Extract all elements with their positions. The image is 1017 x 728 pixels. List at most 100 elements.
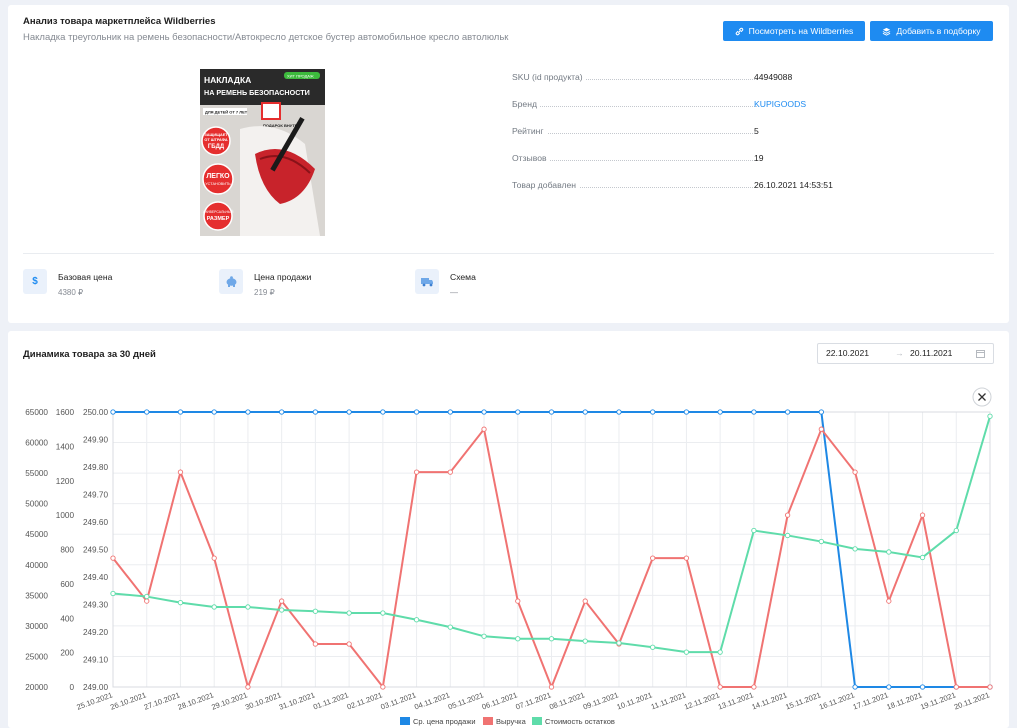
tick-label-avg-price: 250.00 [83,408,108,417]
tick-label-avg-price: 249.40 [83,573,108,582]
point-revenue [886,598,892,604]
tick-label-revenue: 1400 [56,442,75,451]
info-label-reviews: Отзывов [512,153,550,163]
point-revenue [279,598,285,604]
tick-label-avg-price: 249.80 [83,463,108,472]
point-stock-value [987,413,993,419]
point-avg-price [413,409,420,415]
tick-label-stock-value: 20000 [25,683,48,692]
dynamics-chart: 65000 60000 55000 50000 45000 40000 35000 30000… [25,387,993,726]
tick-label-stock-value: 25000 [25,652,48,661]
point-avg-price [751,409,757,415]
point-revenue [582,598,588,604]
tick-label-stock-value: 60000 [25,439,48,448]
point-stock-value [886,549,892,555]
legend-label-stock-value: Стоимость остатков [545,717,615,726]
point-stock-value [144,593,150,600]
point-avg-price [919,684,926,690]
point-revenue [751,684,757,690]
point-stock-value [919,554,926,561]
tick-label-stock-value: 55000 [25,469,48,478]
x-tick-label: 07.11.2021 [514,690,552,711]
point-revenue [413,469,420,475]
point-revenue [447,469,453,475]
legend-swatch-avg-price [400,717,410,725]
point-avg-price [177,409,184,415]
point-stock-value [548,636,555,642]
point-revenue [953,684,959,690]
point-avg-price [852,684,858,690]
tick-label-stock-value: 40000 [25,561,48,570]
x-tick-label: 31.10.2021 [278,690,316,711]
point-revenue [717,684,723,690]
point-avg-price [886,684,892,690]
x-tick-label: 08.11.2021 [548,690,586,711]
point-revenue [515,598,521,604]
tick-label-stock-value: 45000 [25,530,48,539]
point-stock-value [279,607,285,613]
point-stock-value [582,638,588,644]
info-label-added: Товар добавлен [512,180,579,190]
legend-label-revenue: Выручка [496,717,527,726]
point-stock-value [413,617,420,623]
x-tick-label: 13.11.2021 [717,690,755,711]
point-stock-value [784,532,791,539]
point-revenue [144,598,150,604]
point-revenue [650,555,656,561]
point-revenue [987,684,993,690]
x-tick-label: 06.11.2021 [481,690,519,711]
legend-swatch-revenue [483,717,493,725]
tick-label-revenue: 1600 [56,408,75,417]
point-revenue [380,684,386,690]
point-revenue [211,555,217,561]
x-tick-label: 04.11.2021 [413,690,451,711]
chart-legend: Ср. цена продажи Выручка Стоимость остатко… [400,717,615,726]
point-avg-price [818,409,824,415]
x-tick-label: 02.11.2021 [346,690,384,711]
point-stock-value [447,624,453,630]
x-tick-label: 20.11.2021 [953,690,991,711]
tick-label-avg-price: 249.00 [83,683,108,692]
chart-axes: 65000 60000 55000 50000 45000 40000 35000 30000… [25,408,990,712]
point-avg-price [784,409,791,415]
point-stock-value [650,644,656,650]
point-avg-price [582,409,588,415]
x-tick-label: 03.11.2021 [379,690,417,711]
point-stock-value [717,649,723,655]
x-tick-label: 29.10.2021 [210,690,248,711]
x-tick-label: 16.11.2021 [818,690,856,711]
point-avg-price [447,409,453,415]
x-tick-label: 05.11.2021 [447,690,485,711]
point-revenue [683,555,690,561]
tick-label-stock-value: 65000 [25,408,48,417]
x-tick-label: 18.11.2021 [885,690,923,711]
x-tick-label: 11.11.2021 [650,690,687,711]
tick-label-avg-price: 249.90 [83,436,108,445]
tick-label-avg-price: 249.10 [83,656,108,665]
point-avg-price [312,409,319,415]
point-revenue [818,426,824,432]
point-avg-price [683,409,690,415]
x-tick-label: 26.10.2021 [109,690,147,711]
point-stock-value [481,633,487,639]
tick-label-avg-price: 249.30 [83,601,108,610]
point-stock-value [818,538,824,545]
point-avg-price [110,409,116,415]
point-avg-price [481,409,487,415]
point-stock-value [751,527,757,534]
x-tick-label: 19.11.2021 [919,690,957,711]
point-avg-price [144,409,150,415]
tick-label-avg-price: 249.60 [83,518,108,527]
tick-label-stock-value: 35000 [25,591,48,600]
x-tick-label: 30.10.2021 [244,690,282,711]
legend-label-avg-price: Ср. цена продажи [413,717,476,726]
point-avg-price [717,409,723,415]
point-stock-value [312,608,319,614]
close-chart-button[interactable] [972,387,992,407]
x-tick-label: 25.10.2021 [75,690,113,711]
point-avg-price [346,409,352,415]
point-stock-value [515,636,521,642]
tick-label-revenue: 1000 [56,511,75,520]
x-tick-label: 27.10.2021 [143,690,181,711]
tick-label-revenue: 800 [60,546,74,555]
